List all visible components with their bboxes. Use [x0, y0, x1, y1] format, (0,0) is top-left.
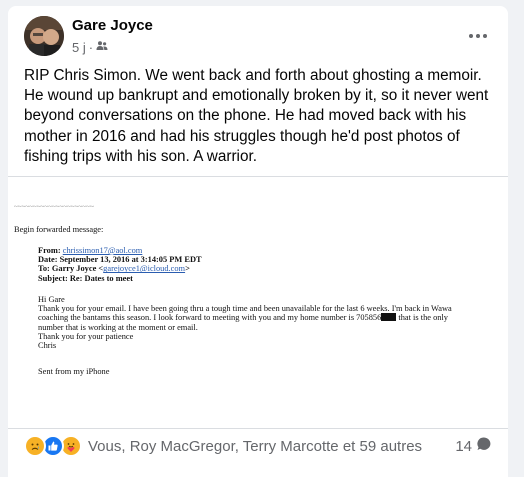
email-to-name: Garry Joyce <	[51, 264, 104, 274]
author-name[interactable]: Gare Joyce	[72, 17, 153, 34]
redaction-box	[381, 313, 397, 322]
post-footer: Vous, Roy MacGregor, Terry Marcotte et 5…	[24, 430, 492, 462]
email-subject-value: Re: Dates to meet	[69, 273, 133, 283]
cropped-text-line: ~~~~~~~~~~~~~~~~~~~~~~~	[14, 205, 94, 210]
post-meta: 5 j ·	[72, 40, 108, 55]
reactions-summary[interactable]: Vous, Roy MacGregor, Terry Marcotte et 5…	[24, 435, 422, 457]
comment-icon	[476, 436, 492, 456]
email-sent-from: Sent from my iPhone	[38, 367, 110, 376]
email-to-label: To:	[38, 264, 50, 274]
email-from-value: chrissimon17@aol.com	[62, 246, 143, 255]
avatar[interactable]	[24, 16, 64, 56]
comment-count-link[interactable]: 14	[455, 436, 492, 456]
post-timestamp[interactable]: 5 j	[72, 40, 86, 55]
email-begin-forwarded: Begin forwarded message:	[14, 225, 104, 234]
email-greeting: Hi Gare	[38, 295, 65, 304]
email-to-address: garejoyce1@icloud.com	[103, 264, 186, 274]
more-options-icon[interactable]	[464, 22, 492, 50]
email-screenshot-attachment[interactable]: ~~~~~~~~~~~~~~~~~~~~~~~ Begin forwarded …	[8, 176, 508, 429]
avatar-photo	[24, 16, 64, 56]
email-subject-row: Subject: Re: Dates to meet	[38, 274, 202, 283]
friends-audience-icon[interactable]	[96, 40, 108, 55]
post-header: Gare Joyce 5 j ·	[24, 16, 492, 60]
sad-reaction-icon	[24, 435, 46, 457]
comment-count: 14	[455, 437, 472, 455]
email-from-label: From:	[38, 246, 61, 255]
email-subject-label: Subject:	[38, 273, 68, 283]
email-body-line-2: coaching the bantams this season. I look…	[38, 313, 508, 322]
reaction-names[interactable]: Vous, Roy MacGregor, Terry Marcotte et 5…	[88, 438, 422, 455]
email-from-row: From: chrissimon17@aol.com	[38, 246, 202, 255]
email-to-row: To: Garry Joyce <garejoyce1@icloud.com>	[38, 264, 202, 273]
email-body-line-1: Thank you for your email. I have been go…	[38, 304, 452, 314]
email-body-line-2a: coaching the bantams this season. I look…	[38, 313, 382, 323]
email-thanks: Thank you for your patience	[38, 331, 134, 341]
email-date-label: Date:	[38, 255, 58, 265]
post-card: Gare Joyce 5 j · RIP Chris Simon. We wen…	[8, 6, 508, 477]
email-body: Hi Gare Thank you for your email. I have…	[38, 295, 508, 350]
email-date-row: Date: September 13, 2016 at 3:14:05 PM E…	[38, 255, 202, 264]
email-body-line-2b: that is the only	[396, 313, 448, 323]
meta-separator: ·	[88, 40, 94, 55]
email-headers: From: chrissimon17@aol.com Date: Septemb…	[38, 246, 202, 283]
email-body-line-3: number that is working at the moment or …	[38, 322, 198, 332]
email-signoff: Chris	[38, 341, 57, 351]
post-text: RIP Chris Simon. We went back and forth …	[24, 67, 493, 165]
email-to-end: >	[185, 264, 190, 274]
email-date-value: September 13, 2016 at 3:14:05 PM EDT	[59, 255, 202, 265]
